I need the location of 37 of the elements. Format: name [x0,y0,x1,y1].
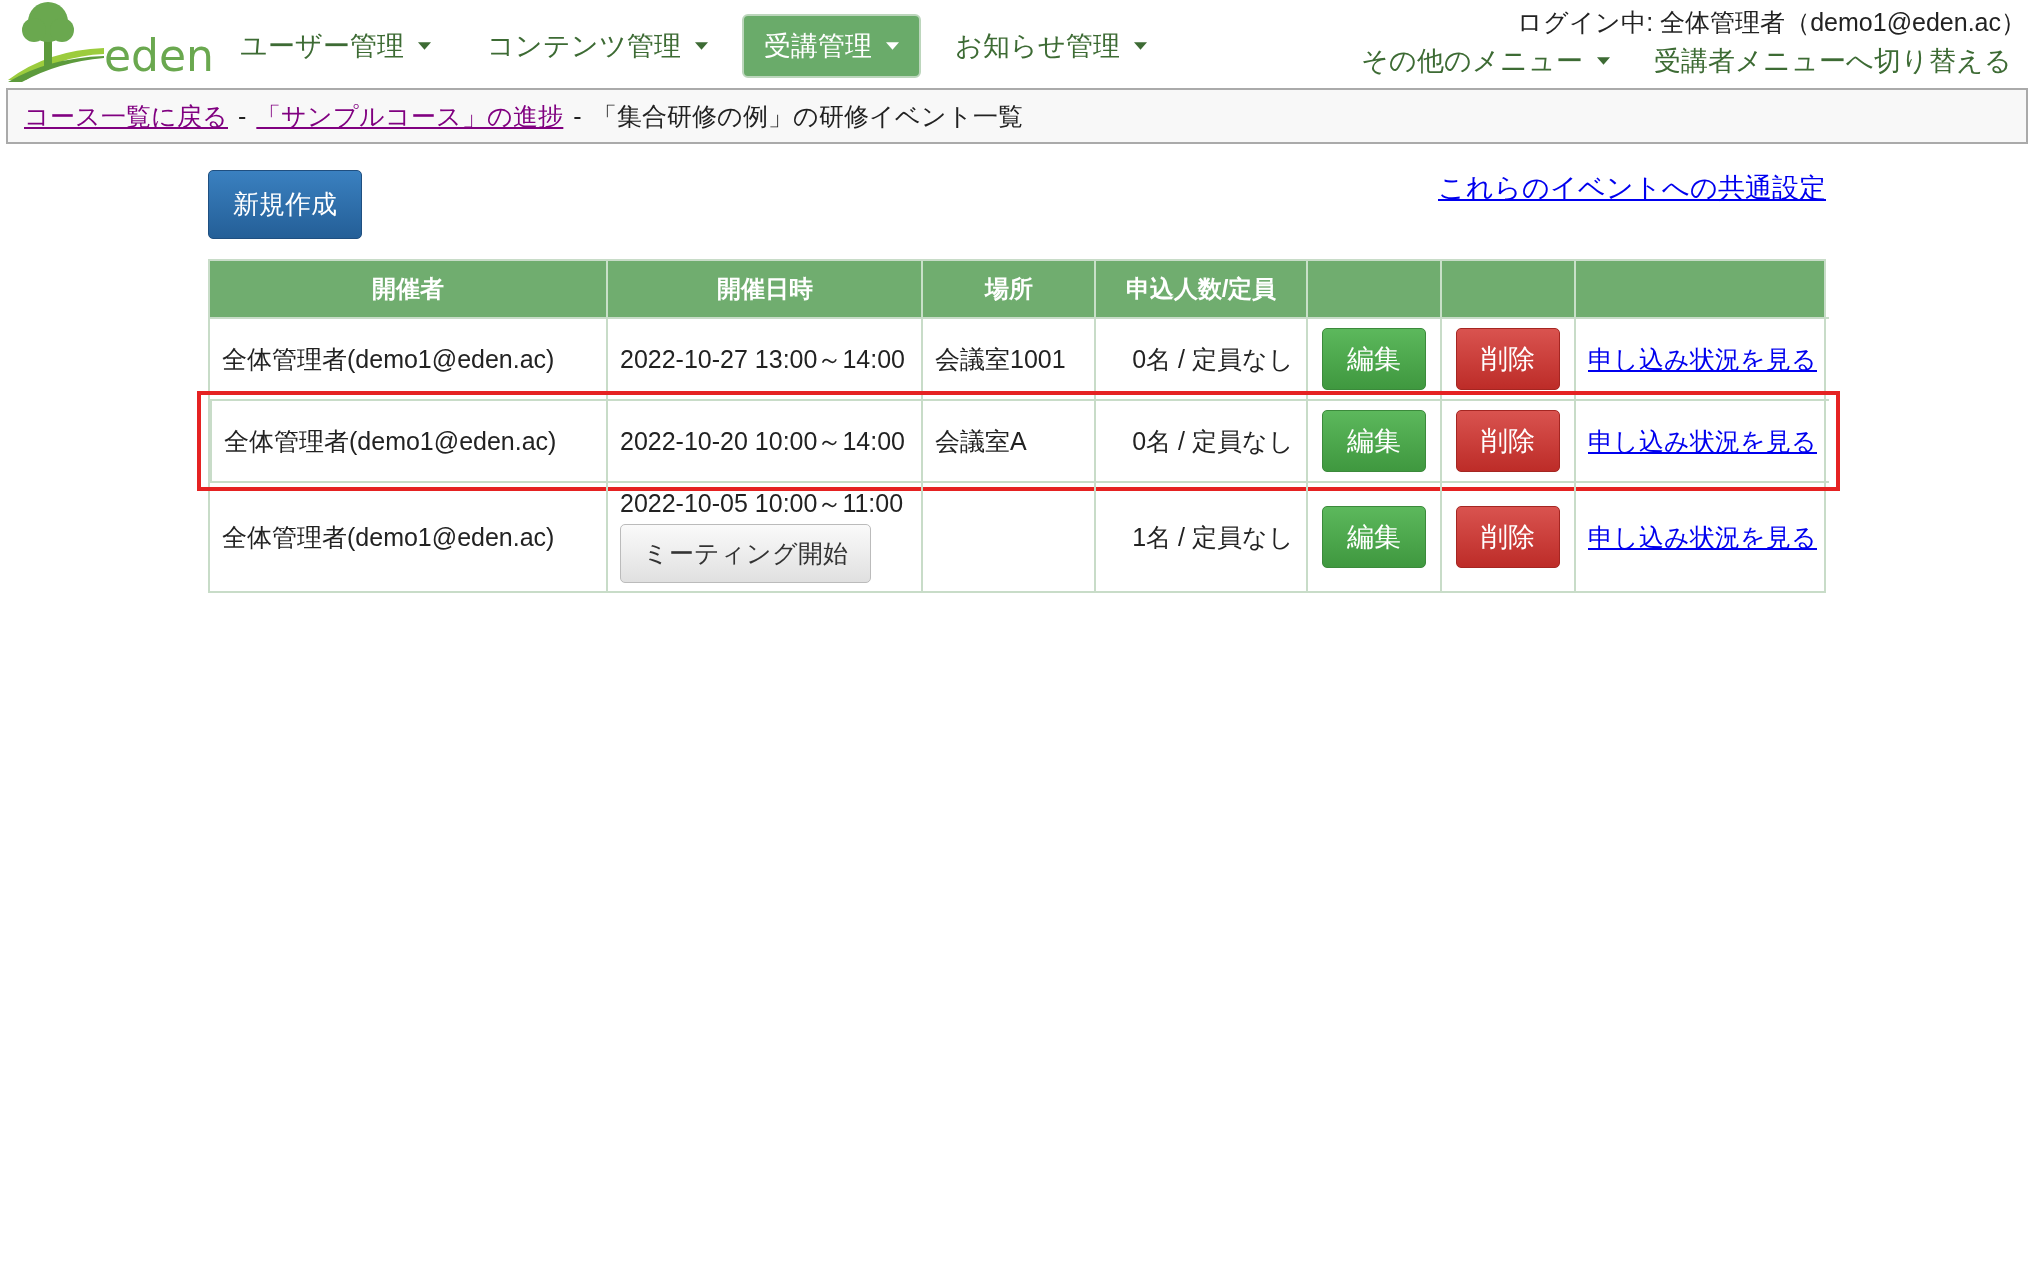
application-status-link[interactable]: 申し込み状況を見る [1588,424,1817,458]
breadcrumb-separator: - [573,101,582,131]
table-cell: 0名 / 定員なし [1094,399,1306,481]
application-status-link[interactable]: 申し込み状況を見る [1588,342,1817,376]
table-cell: 全体管理者(demo1@eden.ac) [210,399,606,481]
menu-link[interactable]: その他のメニュー [1361,43,1610,79]
table-cell: 2022-10-27 13:00～14:00 [606,317,921,399]
start-meeting-button[interactable]: ミーティング開始 [620,524,871,583]
column-header: 開催者 [371,274,445,304]
column-header: 申込人数/定員 [1094,261,1306,317]
nav-menu-item[interactable]: ユーザー管理 [218,14,453,78]
datetime-text: 2022-10-05 10:00～11:00 [620,488,904,519]
column-header: 場所 [921,261,1094,317]
breadcrumb-separator: - [238,101,247,131]
application-status-link[interactable]: 申し込み状況を見る [1588,520,1817,554]
logo-text: eden [104,34,214,78]
login-status: ログイン中: 全体管理者（demo1@eden.ac） [1517,7,2026,38]
tree-logo-icon [8,2,104,82]
table-cell: 0名 / 定員なし [1094,317,1306,399]
breadcrumb-link[interactable]: コース一覧に戻る [24,99,228,133]
breadcrumb-current: 「集合研修の例」の研修イベント一覧 [591,100,1023,132]
nav-menu-item[interactable]: お知らせ管理 [933,14,1169,78]
create-button[interactable]: 新規作成 [208,170,362,239]
delete-button[interactable]: 削除 [1456,328,1560,390]
delete-button[interactable]: 削除 [1456,506,1560,568]
menu-link[interactable]: 受講者メニューへ切り替える [1654,43,2012,79]
common-settings-link[interactable]: これらのイベントへの共通設定 [1438,170,1826,206]
table-cell: 会議室1001 [921,317,1094,399]
column-header: 開催日時 [606,261,921,317]
breadcrumb-link[interactable]: 「サンプルコース」の進捗 [256,99,564,133]
nav-menu-item[interactable]: コンテンツ管理 [465,14,730,78]
table-cell: 全体管理者(demo1@eden.ac) [210,317,606,399]
table-cell: 全体管理者(demo1@eden.ac) [210,481,606,591]
table-cell: 会議室A [921,399,1094,481]
delete-button[interactable]: 削除 [1456,410,1560,472]
table-cell: 1名 / 定員なし [1094,481,1306,591]
table-cell: 2022-10-20 10:00～14:00 [606,399,921,481]
